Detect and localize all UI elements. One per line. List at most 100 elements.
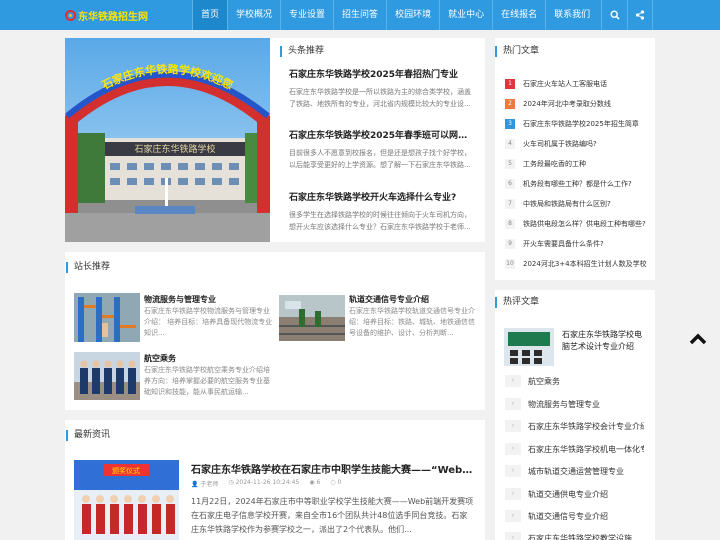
nav-item-faq[interactable]: 招生问答 [333, 0, 386, 30]
recommend-3-thumb[interactable] [74, 352, 140, 400]
news-comments: 0 [337, 479, 342, 486]
chevron-right-icon: › [505, 488, 521, 500]
review-item-title: 石家庄东华铁路学校教学设施 [528, 533, 632, 540]
review-item-title: 物流服务与管理专业 [528, 399, 600, 409]
hot-item-title: 工务段最吃香的工种 [523, 160, 586, 168]
review-item-title: 石家庄东华铁路学校机电一体化专业 [528, 444, 644, 454]
hot-item-title: 石家庄火车站人工客服电话 [523, 80, 607, 88]
news-meta: 👤 于老师 ◷ 2024-11-26 10:24:45 ◉ 6 ○ 0 [191, 479, 341, 488]
nav-item-home[interactable]: 首页 [192, 0, 228, 30]
recommend-1-summary: 石家庄东华铁路学校物流服务与管理专业介绍： 培养目标：培养具备现代物流专业知识.… [144, 307, 273, 337]
review-item[interactable]: › 石家庄东华铁路学校机电一体化专业 [505, 442, 644, 456]
headline-1-summary: 石家庄东华铁路学校是一所以铁路为主的综合类学校，涵盖了铁路、地铁所有的专业，河北… [289, 88, 471, 108]
review-item-title: 轨道交通供电专业介绍 [528, 489, 608, 499]
news-author-wrap: 👤 于老师 [191, 479, 218, 488]
hot-section-title: 热门文章 [495, 46, 539, 57]
hot-item[interactable]: 7 中铁局和铁路局有什么区别? [505, 198, 657, 210]
news-author: 于老师 [200, 481, 219, 488]
news-comments-wrap: ○ 0 [330, 479, 341, 488]
news-date-wrap: ◷ 2024-11-26 10:24:45 [228, 479, 299, 488]
review-item[interactable]: › 城市轨道交通运营管理专业 [505, 464, 644, 478]
review-item[interactable]: › 石家庄东华铁路学校教学设施 [505, 531, 644, 540]
review-item-title: 城市轨道交通运营管理专业 [528, 466, 624, 476]
review-item[interactable]: › 轨道交通供电专业介绍 [505, 487, 644, 501]
news-title[interactable]: 石家庄东华铁路学校在石家庄市中职学生技能大赛——“Web前端开发”项目中获佳绩 [191, 461, 475, 476]
share-button[interactable] [627, 0, 654, 30]
main-menu: 首页 学校概况 专业设置 招生问答 校园环境 就业中心 在线报名 联系我们 [192, 0, 598, 30]
site-logo[interactable]: 东华铁路招生网 [0, 0, 192, 30]
headline-3-title[interactable]: 石家庄东华铁路学校开火车选择什么专业? [289, 190, 477, 203]
recommend-3-summary: 石家庄东华铁路学校航空乘务专业介绍培养方向：培养掌握必要的航空服务专业基础知识和… [144, 366, 270, 396]
hot-item[interactable]: 10 2024河北3+4本科招生计划人数及学校 [505, 258, 657, 270]
hero-image[interactable]: 石家庄东华铁路学校 石家庄东华铁路学校欢迎您 [65, 38, 270, 242]
hot-item-title: 2024年河北中考录取分数线 [523, 100, 611, 108]
hot-item-title: 石家庄东华铁路学校2025年招生简章 [523, 120, 639, 128]
headline-section-title: 头条推荐 [280, 46, 324, 57]
chevron-right-icon: › [505, 510, 521, 522]
news-thumb[interactable]: 颁奖仪式 [74, 460, 179, 540]
review-item[interactable]: › 物流服务与管理专业 [505, 397, 644, 411]
building-sign: 石家庄东华铁路学校 [134, 143, 215, 155]
nav-item-about[interactable]: 学校概况 [227, 0, 280, 30]
hot-item-rank: 8 [505, 219, 515, 229]
nav-item-majors[interactable]: 专业设置 [280, 0, 333, 30]
author-icon: 👤 [191, 481, 199, 488]
back-to-top-button[interactable] [688, 331, 708, 347]
hot-item-rank: 10 [505, 259, 515, 269]
hot-item-rank: 6 [505, 179, 515, 189]
headline-3-summary: 很多学生在选择铁路学校的时候往往倾向于火车司机方向，想开火车应该选择什么专业？石… [289, 211, 471, 231]
hot-item[interactable]: 4 火车司机属于铁路编吗? [505, 138, 657, 150]
chevron-right-icon: › [505, 375, 521, 387]
headline-2-summary: 目前很多人不愿意到校报名，但是还是想孩子找个好学校，以后能享受更好的上学资源。想… [289, 149, 471, 169]
hot-item[interactable]: 8 铁路供电段怎么样？供电段工种有哪些? [505, 218, 657, 230]
review-item-title: 航空乘务 [528, 376, 560, 386]
chevron-right-icon: › [505, 398, 521, 410]
recommend-2-summary: 石家庄东华铁路学校轨道交通信号专业介绍：培养目标：铁路、城轨、地铁通信信号设备的… [349, 307, 475, 337]
nav-item-career[interactable]: 就业中心 [439, 0, 492, 30]
clock-icon: ◷ [228, 479, 234, 486]
news-summary: 11月22日，2024年石家庄市中等职业学校学生技能大赛——Web前端开发赛项在… [191, 497, 474, 534]
hot-item-title: 铁路供电段怎么样？供电段工种有哪些? [523, 220, 646, 228]
nav-item-contact[interactable]: 联系我们 [545, 0, 598, 30]
chevron-right-icon: › [505, 443, 521, 455]
hot-item[interactable]: 6 机务段有哪些工种？都是什么工作? [505, 178, 657, 190]
headline-2-title[interactable]: 石家庄东华铁路学校2025年春季班可以网上报名吗 [289, 128, 473, 141]
chevron-right-icon: › [505, 532, 521, 540]
reviews-top-thumb[interactable] [504, 328, 554, 366]
recommend-1-thumb[interactable] [74, 293, 140, 342]
share-icon [636, 10, 645, 20]
hot-item[interactable]: 2 2024年河北中考录取分数线 [505, 98, 657, 110]
comment-icon: ○ [330, 479, 336, 486]
nav-item-campus[interactable]: 校园环境 [386, 0, 439, 30]
review-item-title: 石家庄东华铁路学校会计专业介绍 [528, 421, 644, 431]
news-views: 6 [316, 479, 321, 486]
review-item[interactable]: › 石家庄东华铁路学校会计专业介绍 [505, 419, 644, 433]
hot-item[interactable]: 1 石家庄火车站人工客服电话 [505, 78, 657, 90]
hot-item[interactable]: 5 工务段最吃香的工种 [505, 158, 657, 170]
recommend-2-title[interactable]: 轨道交通信号专业介绍 [349, 294, 429, 305]
recommend-1-title[interactable]: 物流服务与管理专业 [144, 294, 216, 305]
recommend-section-title: 站长推荐 [66, 262, 110, 273]
recommend-3-title[interactable]: 航空乘务 [144, 353, 176, 364]
reviews-top-title[interactable]: 石家庄东华铁路学校电脑艺术设计专业介绍 [562, 329, 648, 355]
search-icon [610, 10, 620, 20]
review-item[interactable]: › 航空乘务 [505, 374, 644, 388]
news-views-wrap: ◉ 6 [309, 479, 320, 488]
top-navbar: 东华铁路招生网 首页 学校概况 专业设置 招生问答 校园环境 就业中心 在线报名… [0, 0, 720, 30]
hot-item[interactable]: 3 石家庄东华铁路学校2025年招生简章 [505, 118, 657, 130]
review-item[interactable]: › 轨道交通信号专业介绍 [505, 509, 644, 523]
hot-item-rank: 3 [505, 119, 515, 129]
headline-1-title[interactable]: 石家庄东华铁路学校2025年春招热门专业 [289, 67, 477, 80]
nav-item-apply[interactable]: 在线报名 [492, 0, 545, 30]
search-button[interactable] [601, 0, 627, 30]
reviews-section-title: 热评文章 [495, 297, 539, 308]
chevron-up-icon [689, 333, 707, 345]
review-item-title: 轨道交通信号专业介绍 [528, 511, 608, 521]
hot-item[interactable]: 9 开火车需要具备什么条件? [505, 238, 657, 250]
hero-photo: 石家庄东华铁路学校 石家庄东华铁路学校欢迎您 [65, 38, 270, 242]
hot-item-rank: 1 [505, 79, 515, 89]
warehouse-photo [74, 293, 140, 342]
hot-item-title: 中铁局和铁路局有什么区别? [523, 200, 611, 208]
logo-text: 东华铁路招生网 [78, 11, 148, 23]
recommend-2-thumb[interactable] [279, 295, 345, 341]
